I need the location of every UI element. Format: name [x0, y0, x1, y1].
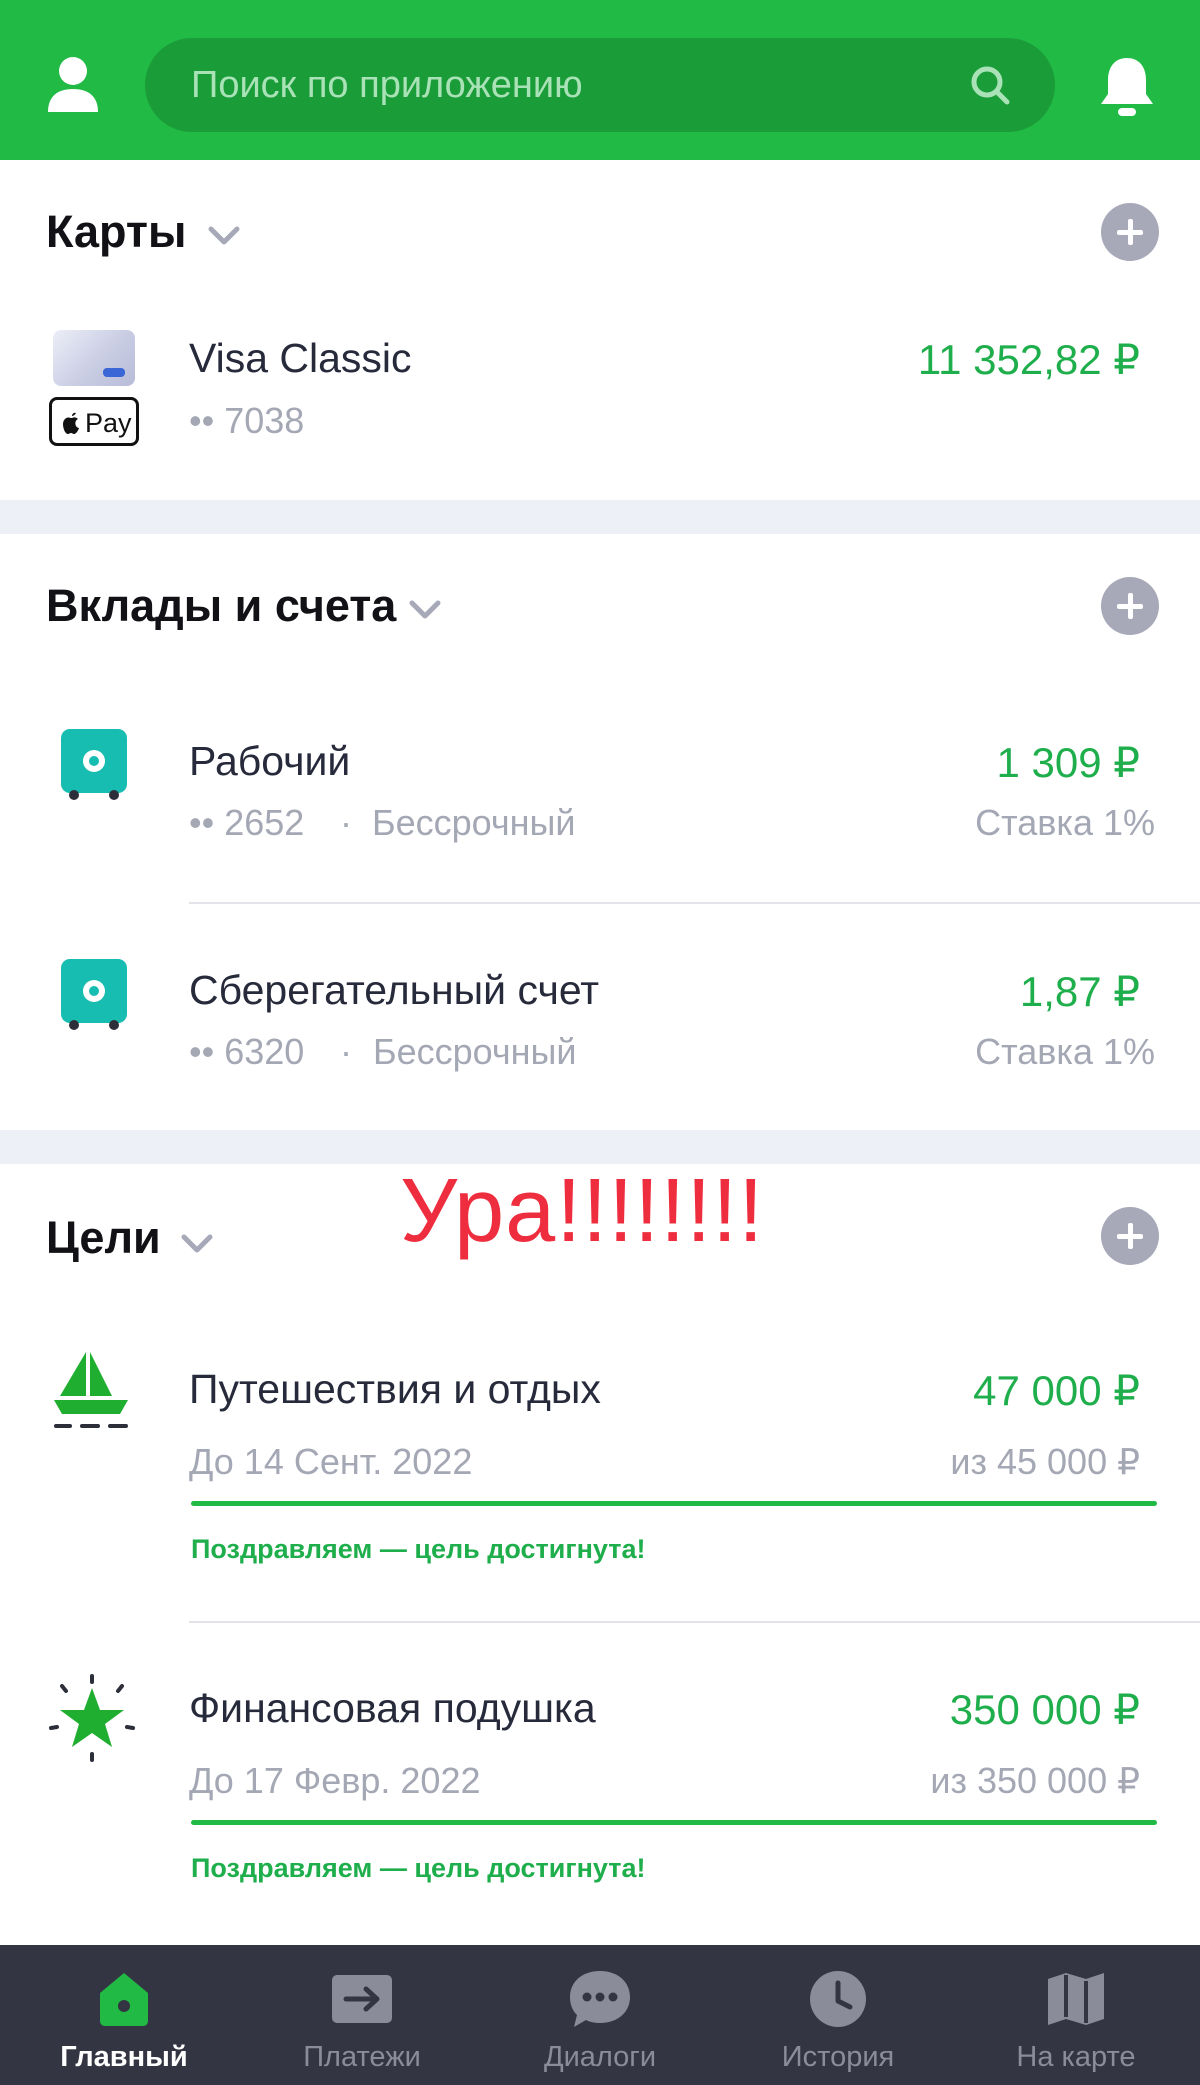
nav-label: История [781, 2041, 895, 2073]
separator-dot: · [340, 802, 352, 843]
goal-progress-bar [191, 1820, 1157, 1825]
clock-icon [806, 1969, 870, 2029]
card-thumbnail-icon [53, 330, 135, 386]
goals-section: Цели Путешествия и отдых До 14 Сент. 202… [0, 1164, 1200, 1945]
pay-label: Pay [85, 408, 132, 438]
goal-status: Поздравляем — цель достигнута! [191, 1853, 646, 1883]
goal-status: Поздравляем — цель достигнута! [191, 1534, 646, 1564]
deposits-section-title[interactable]: Вклады и счета [46, 580, 396, 632]
nav-label: Диалоги [543, 2041, 657, 2073]
bottom-navigation: Главный Платежи Диалоги История На карте [0, 1945, 1200, 2085]
add-deposit-button[interactable] [1101, 577, 1159, 635]
nav-label: Главный [60, 2041, 188, 2073]
nav-item-home[interactable]: Главный [24, 1945, 224, 2085]
goal-name: Финансовая подушка [189, 1685, 596, 1731]
nav-label: Платежи [303, 2041, 421, 2073]
row-separator [189, 1621, 1200, 1623]
deposits-section: Вклады и счета Рабочий •• 2652 · Бессроч… [0, 534, 1200, 1130]
section-divider [0, 500, 1200, 534]
deposit-rate: Ставка 1% [975, 802, 1155, 843]
separator-dot: · [340, 1031, 352, 1072]
goal-amount: 350 000 ₽ [949, 1686, 1140, 1733]
search-bar[interactable] [145, 38, 1055, 132]
map-icon [1044, 1969, 1108, 2029]
nav-label: На карте [1016, 2041, 1136, 2073]
sailboat-icon [52, 1350, 132, 1430]
goal-deadline: До 17 Февр. 2022 [189, 1760, 481, 1801]
nav-item-dialogs[interactable]: Диалоги [500, 1945, 700, 2085]
chevron-down-icon[interactable] [409, 600, 441, 620]
cards-section: Карты Pay Visa Classic •• 7038 11 352,82… [0, 160, 1200, 500]
deposit-term: Бессрочный [372, 802, 576, 843]
deposit-term: Бессрочный [373, 1031, 577, 1072]
chat-icon [568, 1969, 632, 2029]
goal-target: из 45 000 ₽ [950, 1441, 1140, 1482]
app-header [0, 0, 1200, 160]
deposit-balance: 1 309 ₽ [996, 739, 1141, 786]
cards-section-title[interactable]: Карты [46, 206, 186, 258]
goal-name: Путешествия и отдых [189, 1366, 601, 1412]
celebration-annotation: Ура!!!!!!!! [400, 1161, 765, 1261]
deposit-rate: Ставка 1% [975, 1031, 1155, 1072]
chevron-down-icon[interactable] [208, 226, 240, 246]
safe-icon [61, 959, 127, 1031]
star-icon [48, 1674, 136, 1762]
row-separator [189, 902, 1200, 904]
deposit-name: Сберегательный счет [189, 967, 600, 1013]
notifications-bell-icon[interactable] [1098, 54, 1156, 120]
card-balance: 11 352,82 ₽ [917, 336, 1140, 383]
profile-icon[interactable] [46, 56, 100, 114]
goal-target: из 350 000 ₽ [930, 1760, 1140, 1801]
goal-amount: 47 000 ₽ [973, 1367, 1140, 1414]
deposit-balance: 1,87 ₽ [1019, 968, 1140, 1015]
nav-item-payments[interactable]: Платежи [262, 1945, 462, 2085]
goal-deadline: До 14 Сент. 2022 [189, 1441, 473, 1482]
section-divider [0, 1130, 1200, 1164]
add-goal-button[interactable] [1101, 1207, 1159, 1265]
apple-logo-icon [63, 412, 79, 434]
nav-item-history[interactable]: История [738, 1945, 938, 2085]
card-number: •• 7038 [189, 400, 305, 441]
safe-icon [61, 729, 127, 801]
chevron-down-icon[interactable] [181, 1234, 213, 1254]
goals-section-title[interactable]: Цели [46, 1212, 161, 1264]
deposit-name: Рабочий [189, 738, 351, 784]
card-name: Visa Classic [189, 335, 412, 381]
search-input[interactable] [191, 38, 951, 132]
add-card-button[interactable] [1101, 203, 1159, 261]
home-icon [92, 1969, 156, 2029]
nav-item-map[interactable]: На карте [976, 1945, 1176, 2085]
apple-pay-badge: Pay [49, 397, 139, 446]
search-icon[interactable] [969, 64, 1011, 106]
payments-icon [330, 1969, 394, 2029]
goal-progress-bar [191, 1501, 1157, 1506]
deposit-number: •• 2652 [189, 802, 305, 843]
deposit-number: •• 6320 [189, 1031, 305, 1072]
